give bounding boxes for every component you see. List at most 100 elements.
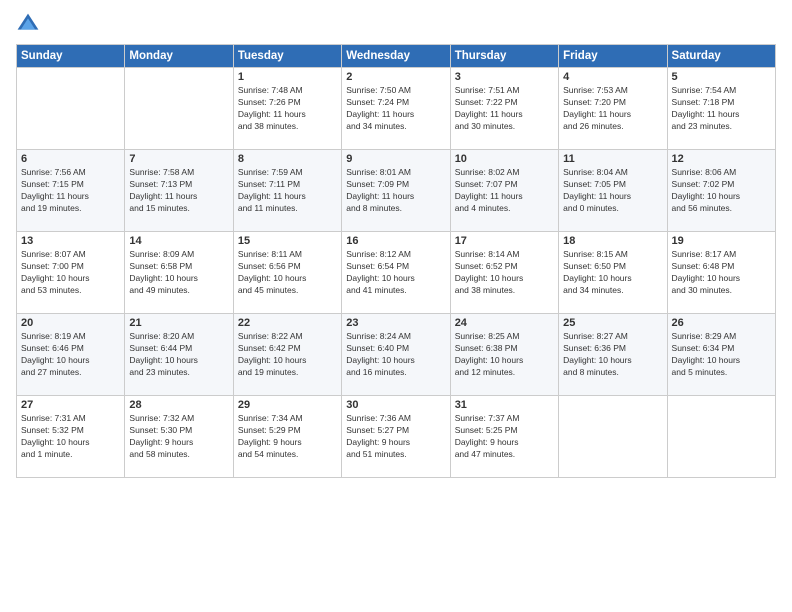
day-cell: 31 Sunrise: 7:37 AM Sunset: 5:25 PM Dayli… xyxy=(450,396,558,478)
day-cell: 14 Sunrise: 8:09 AM Sunset: 6:58 PM Dayli… xyxy=(125,232,233,314)
day-cell: 15 Sunrise: 8:11 AM Sunset: 6:56 PM Dayli… xyxy=(233,232,341,314)
col-header-wednesday: Wednesday xyxy=(342,45,450,68)
day-number: 7 xyxy=(129,153,228,165)
day-cell xyxy=(17,68,125,150)
day-cell: 12Sunrise: 8:06 AM Sunset: 7:02 PM Dayli… xyxy=(667,150,775,232)
day-number: 15 xyxy=(238,235,337,247)
day-info: Sunrise: 8:01 AM Sunset: 7:09 PM Dayligh… xyxy=(346,167,445,215)
day-cell xyxy=(559,396,667,478)
day-info: Sunrise: 7:31 AM Sunset: 5:32 PM Dayligh… xyxy=(21,413,120,461)
day-number: 19 xyxy=(672,235,771,247)
day-number: 20 xyxy=(21,317,120,329)
day-cell: 16Sunrise: 8:12 AM Sunset: 6:54 PM Dayli… xyxy=(342,232,450,314)
day-number: 3 xyxy=(455,71,554,83)
day-info: Sunrise: 8:20 AM Sunset: 6:44 PM Dayligh… xyxy=(129,331,228,379)
day-number: 17 xyxy=(455,235,554,247)
page: SundayMondayTuesdayWednesdayThursdayFrid… xyxy=(0,0,792,612)
day-info: Sunrise: 8:24 AM Sunset: 6:40 PM Dayligh… xyxy=(346,331,445,379)
day-cell: 24Sunrise: 8:25 AM Sunset: 6:38 PM Dayli… xyxy=(450,314,558,396)
col-header-tuesday: Tuesday xyxy=(233,45,341,68)
week-row-4: 20 Sunrise: 8:19 AM Sunset: 6:46 PM Dayli… xyxy=(17,314,776,396)
col-header-friday: Friday xyxy=(559,45,667,68)
day-cell: 4 Sunrise: 7:53 AM Sunset: 7:20 PM Daylig… xyxy=(559,68,667,150)
day-info: Sunrise: 8:14 AM Sunset: 6:52 PM Dayligh… xyxy=(455,249,554,297)
day-cell: 2 Sunrise: 7:50 AM Sunset: 7:24 PM Daylig… xyxy=(342,68,450,150)
day-info: Sunrise: 7:32 AM Sunset: 5:30 PM Dayligh… xyxy=(129,413,228,461)
day-number: 13 xyxy=(21,235,120,247)
day-info: Sunrise: 8:22 AM Sunset: 6:42 PM Dayligh… xyxy=(238,331,337,379)
day-number: 27 xyxy=(21,399,120,411)
day-info: Sunrise: 8:25 AM Sunset: 6:38 PM Dayligh… xyxy=(455,331,554,379)
day-info: Sunrise: 7:58 AM Sunset: 7:13 PM Dayligh… xyxy=(129,167,228,215)
col-header-thursday: Thursday xyxy=(450,45,558,68)
header xyxy=(16,12,776,36)
day-cell: 10 Sunrise: 8:02 AM Sunset: 7:07 PM Dayli… xyxy=(450,150,558,232)
day-number: 11 xyxy=(563,153,662,165)
day-info: Sunrise: 8:27 AM Sunset: 6:36 PM Dayligh… xyxy=(563,331,662,379)
day-info: Sunrise: 8:09 AM Sunset: 6:58 PM Dayligh… xyxy=(129,249,228,297)
day-number: 9 xyxy=(346,153,445,165)
day-cell: 28 Sunrise: 7:32 AM Sunset: 5:30 PM Dayli… xyxy=(125,396,233,478)
day-number: 31 xyxy=(455,399,554,411)
day-cell: 5 Sunrise: 7:54 AM Sunset: 7:18 PM Daylig… xyxy=(667,68,775,150)
day-info: Sunrise: 8:15 AM Sunset: 6:50 PM Dayligh… xyxy=(563,249,662,297)
day-cell: 26 Sunrise: 8:29 AM Sunset: 6:34 PM Dayli… xyxy=(667,314,775,396)
day-number: 10 xyxy=(455,153,554,165)
day-cell: 21 Sunrise: 8:20 AM Sunset: 6:44 PM Dayli… xyxy=(125,314,233,396)
day-number: 23 xyxy=(346,317,445,329)
col-header-sunday: Sunday xyxy=(17,45,125,68)
week-row-2: 6 Sunrise: 7:56 AM Sunset: 7:15 PM Daylig… xyxy=(17,150,776,232)
day-cell: 13 Sunrise: 8:07 AM Sunset: 7:00 PM Dayli… xyxy=(17,232,125,314)
day-info: Sunrise: 7:36 AM Sunset: 5:27 PM Dayligh… xyxy=(346,413,445,461)
day-info: Sunrise: 8:04 AM Sunset: 7:05 PM Dayligh… xyxy=(563,167,662,215)
day-number: 5 xyxy=(672,71,771,83)
day-cell: 9 Sunrise: 8:01 AM Sunset: 7:09 PM Daylig… xyxy=(342,150,450,232)
day-info: Sunrise: 8:19 AM Sunset: 6:46 PM Dayligh… xyxy=(21,331,120,379)
day-number: 21 xyxy=(129,317,228,329)
day-info: Sunrise: 8:07 AM Sunset: 7:00 PM Dayligh… xyxy=(21,249,120,297)
day-number: 29 xyxy=(238,399,337,411)
day-info: Sunrise: 7:50 AM Sunset: 7:24 PM Dayligh… xyxy=(346,85,445,133)
day-info: Sunrise: 7:56 AM Sunset: 7:15 PM Dayligh… xyxy=(21,167,120,215)
day-info: Sunrise: 7:34 AM Sunset: 5:29 PM Dayligh… xyxy=(238,413,337,461)
day-number: 4 xyxy=(563,71,662,83)
day-info: Sunrise: 8:17 AM Sunset: 6:48 PM Dayligh… xyxy=(672,249,771,297)
day-info: Sunrise: 7:37 AM Sunset: 5:25 PM Dayligh… xyxy=(455,413,554,461)
calendar-table: SundayMondayTuesdayWednesdayThursdayFrid… xyxy=(16,44,776,478)
day-cell: 23 Sunrise: 8:24 AM Sunset: 6:40 PM Dayli… xyxy=(342,314,450,396)
week-row-1: 1Sunrise: 7:48 AM Sunset: 7:26 PM Daylig… xyxy=(17,68,776,150)
day-number: 22 xyxy=(238,317,337,329)
day-number: 28 xyxy=(129,399,228,411)
day-number: 12 xyxy=(672,153,771,165)
day-info: Sunrise: 7:48 AM Sunset: 7:26 PM Dayligh… xyxy=(238,85,337,133)
day-info: Sunrise: 8:02 AM Sunset: 7:07 PM Dayligh… xyxy=(455,167,554,215)
day-cell: 22 Sunrise: 8:22 AM Sunset: 6:42 PM Dayli… xyxy=(233,314,341,396)
day-info: Sunrise: 8:12 AM Sunset: 6:54 PM Dayligh… xyxy=(346,249,445,297)
day-cell: 18 Sunrise: 8:15 AM Sunset: 6:50 PM Dayli… xyxy=(559,232,667,314)
day-cell: 27 Sunrise: 7:31 AM Sunset: 5:32 PM Dayli… xyxy=(17,396,125,478)
day-number: 26 xyxy=(672,317,771,329)
day-number: 25 xyxy=(563,317,662,329)
day-info: Sunrise: 7:53 AM Sunset: 7:20 PM Dayligh… xyxy=(563,85,662,133)
day-number: 18 xyxy=(563,235,662,247)
day-info: Sunrise: 7:54 AM Sunset: 7:18 PM Dayligh… xyxy=(672,85,771,133)
day-cell xyxy=(125,68,233,150)
logo xyxy=(16,12,44,36)
day-number: 30 xyxy=(346,399,445,411)
day-info: Sunrise: 7:59 AM Sunset: 7:11 PM Dayligh… xyxy=(238,167,337,215)
logo-icon xyxy=(16,12,40,36)
day-cell: 6 Sunrise: 7:56 AM Sunset: 7:15 PM Daylig… xyxy=(17,150,125,232)
day-cell: 11 Sunrise: 8:04 AM Sunset: 7:05 PM Dayli… xyxy=(559,150,667,232)
day-info: Sunrise: 8:11 AM Sunset: 6:56 PM Dayligh… xyxy=(238,249,337,297)
header-row: SundayMondayTuesdayWednesdayThursdayFrid… xyxy=(17,45,776,68)
col-header-monday: Monday xyxy=(125,45,233,68)
day-number: 14 xyxy=(129,235,228,247)
week-row-3: 13 Sunrise: 8:07 AM Sunset: 7:00 PM Dayli… xyxy=(17,232,776,314)
week-row-5: 27 Sunrise: 7:31 AM Sunset: 5:32 PM Dayli… xyxy=(17,396,776,478)
day-info: Sunrise: 8:29 AM Sunset: 6:34 PM Dayligh… xyxy=(672,331,771,379)
day-cell: 1Sunrise: 7:48 AM Sunset: 7:26 PM Daylig… xyxy=(233,68,341,150)
day-cell: 20 Sunrise: 8:19 AM Sunset: 6:46 PM Dayli… xyxy=(17,314,125,396)
day-number: 2 xyxy=(346,71,445,83)
day-cell xyxy=(667,396,775,478)
day-number: 6 xyxy=(21,153,120,165)
